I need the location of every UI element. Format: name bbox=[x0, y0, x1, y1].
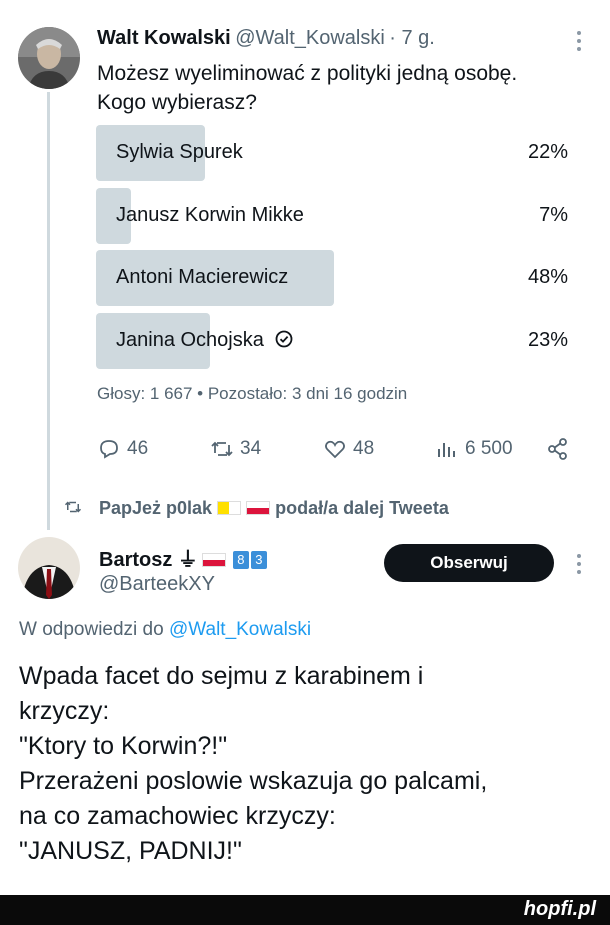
more-options-icon[interactable] bbox=[574, 30, 584, 52]
follow-button[interactable]: Obserwuj bbox=[384, 544, 554, 582]
like-button[interactable]: 48 bbox=[323, 436, 374, 462]
reply-line: Przerażeni poslowie wskazuja go palcami, bbox=[19, 767, 488, 795]
poll-option-percent: 22% bbox=[527, 141, 568, 163]
reply-line: "Ktory to Korwin?!" bbox=[19, 732, 228, 760]
poland-flag-icon bbox=[202, 553, 227, 567]
poll-option-label: Janina Ochojska bbox=[116, 329, 293, 352]
poll-option-label: Janusz Korwin Mikke bbox=[116, 204, 304, 226]
tweet-text-line: Kogo wybierasz? bbox=[97, 91, 257, 114]
poll-option-label-text: Janina Ochojska bbox=[116, 329, 264, 351]
share-button[interactable] bbox=[546, 436, 570, 462]
tweet-author-name[interactable]: Walt Kowalski bbox=[97, 27, 231, 49]
retweet-note-icon bbox=[64, 498, 82, 521]
thread-line bbox=[47, 92, 50, 530]
like-count: 48 bbox=[353, 438, 375, 459]
retweet-note-user[interactable]: PapJeż p0lak bbox=[99, 498, 212, 518]
reply-handle[interactable]: @BarteekXY bbox=[99, 573, 215, 596]
vatican-flag-icon bbox=[217, 501, 242, 515]
number-badge: 3 bbox=[250, 551, 267, 569]
heart-icon bbox=[325, 440, 345, 459]
reply-button[interactable]: 46 bbox=[97, 436, 148, 462]
poll-option[interactable]: Antoni Macierewicz 48% bbox=[96, 250, 572, 306]
poll-option-percent: 7% bbox=[539, 204, 568, 226]
share-icon bbox=[548, 438, 567, 460]
poll-meta: Głosy: 1 667 • Pozostało: 3 dni 16 godzi… bbox=[97, 384, 408, 403]
reply-line: na co zamachowiec krzyczy: bbox=[19, 802, 336, 830]
poll-option-label: Sylwia Spurek bbox=[116, 141, 243, 163]
retweet-count: 34 bbox=[240, 438, 262, 459]
avatar-walt[interactable] bbox=[18, 27, 80, 89]
reply-line: Wpada facet do sejmu z karabinem i bbox=[19, 662, 424, 690]
tweet-text-line: Możesz wyeliminować z polityki jedną oso… bbox=[97, 62, 518, 85]
tweet-time[interactable]: · 7 g. bbox=[389, 27, 435, 49]
poll-option-percent: 48% bbox=[527, 266, 568, 288]
number-badge: 8 bbox=[232, 551, 249, 569]
reply-body: Wpada facet do sejmu z karabinem i krzyc… bbox=[19, 659, 594, 869]
poll-option[interactable]: Sylwia Spurek 22% bbox=[96, 125, 572, 181]
reply-icon bbox=[100, 440, 118, 459]
poll-option-label: Antoni Macierewicz bbox=[116, 266, 289, 288]
reply-author-name[interactable]: Bartosz ⏚ bbox=[99, 549, 198, 571]
retweet-note-suffix: podał/a dalej Tweeta bbox=[275, 498, 449, 518]
poland-flag-icon bbox=[246, 501, 271, 515]
avatar-bartosz[interactable] bbox=[18, 537, 80, 599]
reply-to-prefix: W odpowiedzi do bbox=[19, 619, 164, 640]
watermark-bar: hopfi.pl bbox=[0, 895, 610, 925]
reply-to-link[interactable]: @Walt_Kowalski bbox=[169, 619, 311, 640]
check-circle-icon bbox=[276, 330, 293, 348]
poll-option[interactable]: Janusz Korwin Mikke 7% bbox=[96, 188, 572, 244]
poll-option[interactable]: Janina Ochojska 23% bbox=[96, 313, 572, 369]
poll-option-percent: 23% bbox=[527, 329, 568, 351]
reply-line: krzyczy: bbox=[19, 697, 110, 725]
reply-line: "JANUSZ, PADNIJ!" bbox=[19, 837, 242, 865]
views-button[interactable]: 6 500 bbox=[435, 436, 513, 462]
views-count: 6 500 bbox=[465, 438, 513, 459]
tweet-handle[interactable]: @Walt_Kowalski bbox=[235, 27, 385, 49]
retweet-icon bbox=[211, 441, 233, 457]
retweet-button[interactable]: 34 bbox=[210, 436, 261, 462]
reply-count: 46 bbox=[127, 438, 149, 459]
watermark-logo: hopfi.pl bbox=[523, 898, 596, 920]
more-options-icon[interactable] bbox=[574, 553, 584, 575]
bar-chart-icon bbox=[438, 443, 455, 457]
